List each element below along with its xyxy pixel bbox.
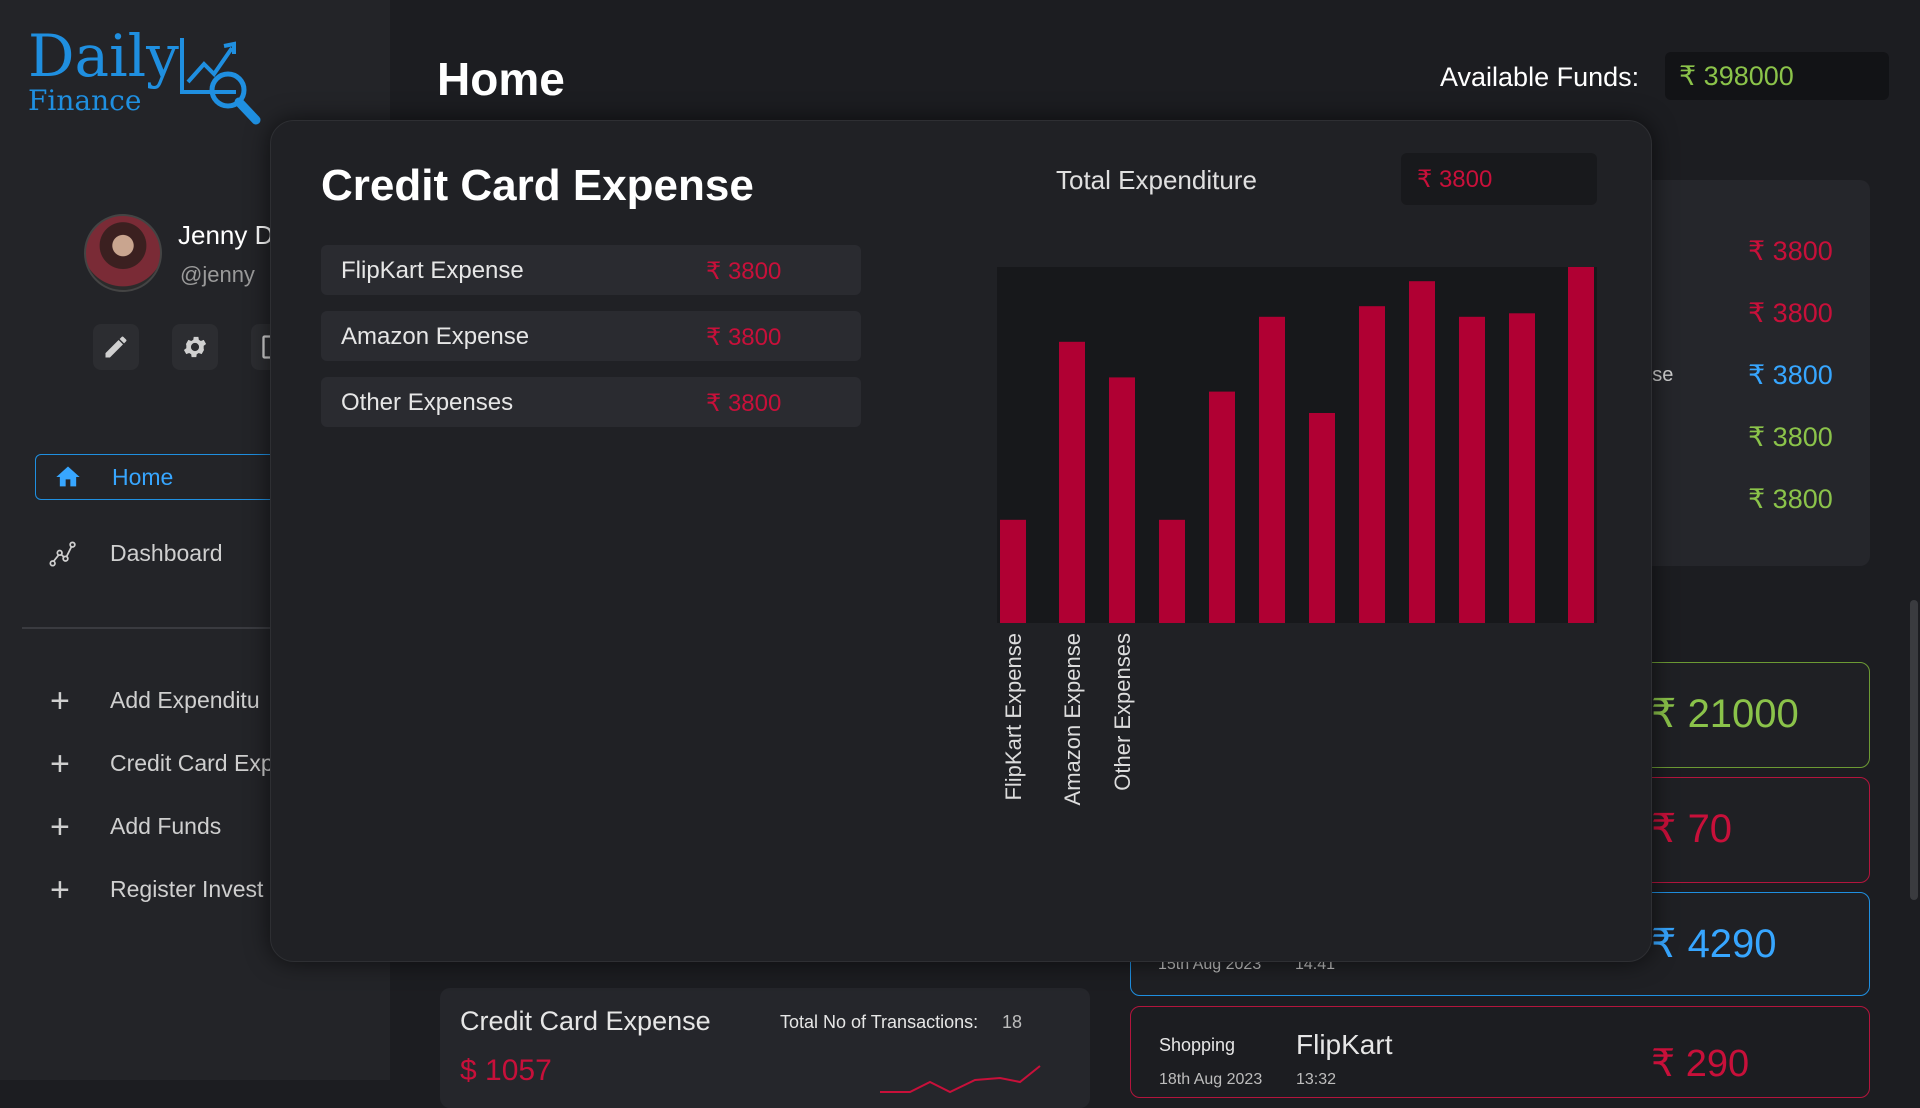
chart-x-tick-label: Amazon Expense [1060, 633, 1085, 805]
expense-label: FlipKart Expense [341, 257, 524, 284]
plus-icon: + [50, 681, 70, 720]
chart-nodes-icon [49, 541, 76, 567]
action-label: Add Funds [110, 813, 222, 840]
gear-icon [183, 336, 207, 358]
user-handle: @jenny [180, 262, 255, 287]
transaction-date: 18th Aug 2023 [1159, 1071, 1263, 1088]
credit-card-expense-card[interactable]: Credit Card Expense Total No of Transact… [440, 988, 1090, 1108]
expense-value: ₹ 3800 [706, 324, 782, 351]
transaction-name: FlipKart [1296, 1029, 1393, 1060]
summary-value: ₹ 3800 [1748, 422, 1833, 452]
modal-expense-row: Other Expenses ₹ 3800 [321, 377, 861, 427]
chart-bar [1159, 519, 1185, 623]
expense-value: ₹ 3800 [706, 258, 782, 285]
chart-bar [1309, 413, 1335, 623]
transaction-value: ₹ 290 [1651, 1043, 1750, 1085]
modal-expense-row: Amazon Expense ₹ 3800 [321, 311, 861, 361]
sidebar-item-label: Dashboard [110, 540, 223, 566]
sparkline [880, 1065, 1041, 1094]
expense-label: Amazon Expense [341, 323, 530, 350]
edit-icon [105, 336, 127, 358]
plus-icon: + [50, 744, 70, 783]
total-expenditure-label: Total Expenditure [1056, 165, 1257, 195]
chart-bar [1209, 391, 1235, 623]
credit-card-expense-modal: Credit Card Expense FlipKart Expense ₹ 3… [270, 120, 1652, 962]
expense-value: ₹ 70 [1651, 807, 1733, 851]
chart-bar [1359, 306, 1385, 623]
chart-bar [1000, 519, 1026, 623]
income-value: ₹ 21000 [1651, 692, 1799, 736]
add-expenditure-button[interactable]: + Add Expenditu [50, 681, 260, 720]
available-funds-value: ₹ 398000 [1679, 61, 1794, 91]
summary-value: ₹ 3800 [1748, 298, 1833, 328]
summary-value: ₹ 3800 [1748, 360, 1833, 390]
chart-plot-area [997, 267, 1597, 623]
sidebar-item-label: Home [112, 464, 174, 490]
chart-bar [1259, 316, 1285, 623]
edit-profile-button[interactable] [93, 324, 139, 370]
expense-bar-chart: FlipKart Expense Amazon Expense Other Expe… [997, 267, 1597, 805]
chart-x-tick-label: FlipKart Expense [1001, 633, 1026, 801]
modal-title: Credit Card Expense [321, 161, 754, 210]
register-investment-button[interactable]: + Register Invest [50, 870, 264, 909]
transaction-category: Shopping [1159, 1035, 1236, 1055]
chart-bar [1059, 341, 1085, 623]
logo-main-text: Daily [28, 22, 179, 90]
modal-expense-row: FlipKart Expense ₹ 3800 [321, 245, 861, 295]
user-name: Jenny D [178, 220, 274, 250]
chart-bar [1509, 313, 1535, 623]
chart-x-tick-label: Other Expenses [1110, 633, 1135, 791]
app-logo[interactable]: Daily Finance [28, 22, 261, 125]
summary-value: ₹ 3800 [1748, 236, 1833, 266]
settings-button[interactable] [172, 324, 218, 370]
transaction-time: 13:32 [1296, 1071, 1337, 1088]
credit-card-expense-button[interactable]: + Credit Card Exp [50, 744, 274, 783]
available-funds-label: Available Funds: [1440, 62, 1640, 92]
total-expenditure-box: ₹ 3800 [1401, 153, 1597, 205]
investment-value: ₹ 4290 [1651, 922, 1777, 966]
transactions-count: 18 [1002, 1012, 1023, 1032]
avatar[interactable] [84, 214, 162, 292]
total-expenditure-value: ₹ 3800 [1417, 166, 1493, 193]
magnifier-chart-icon [180, 38, 261, 125]
transactions-label: Total No of Transactions: [780, 1012, 979, 1032]
plus-icon: + [50, 870, 70, 909]
chart-bar [1409, 281, 1435, 623]
add-funds-button[interactable]: + Add Funds [50, 807, 222, 846]
scrollbar[interactable] [1910, 600, 1918, 900]
expense-value: ₹ 3800 [706, 390, 782, 417]
action-label: Credit Card Exp [110, 750, 274, 777]
expense-label: Other Expenses [341, 389, 514, 416]
plus-icon: + [50, 807, 70, 846]
card-amount: $ 1057 [460, 1054, 552, 1087]
chart-bar [1568, 267, 1594, 623]
summary-value: ₹ 3800 [1748, 484, 1833, 514]
chart-bar [1109, 377, 1135, 623]
chart-bar [1459, 316, 1485, 623]
card-title: Credit Card Expense [460, 1006, 711, 1036]
available-funds-box: ₹ 398000 [1665, 52, 1889, 100]
action-label: Add Expenditu [110, 687, 260, 714]
page-title: Home [437, 53, 565, 105]
home-icon [56, 466, 80, 487]
action-label: Register Invest [110, 876, 264, 903]
transaction-card[interactable]: Shopping FlipKart 18th Aug 2023 13:32 ₹ … [1130, 1006, 1870, 1098]
